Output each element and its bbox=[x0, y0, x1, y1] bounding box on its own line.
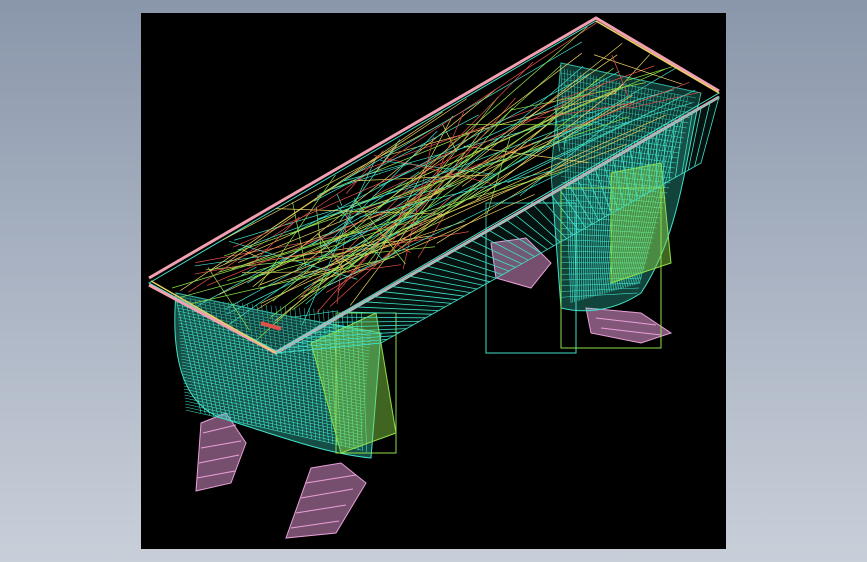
front-left-foot bbox=[195, 412, 247, 492]
wireframe-model bbox=[147, 16, 720, 539]
back-right-foot bbox=[585, 307, 673, 344]
cad-viewport[interactable] bbox=[141, 13, 726, 549]
front-right-foot bbox=[285, 462, 367, 539]
